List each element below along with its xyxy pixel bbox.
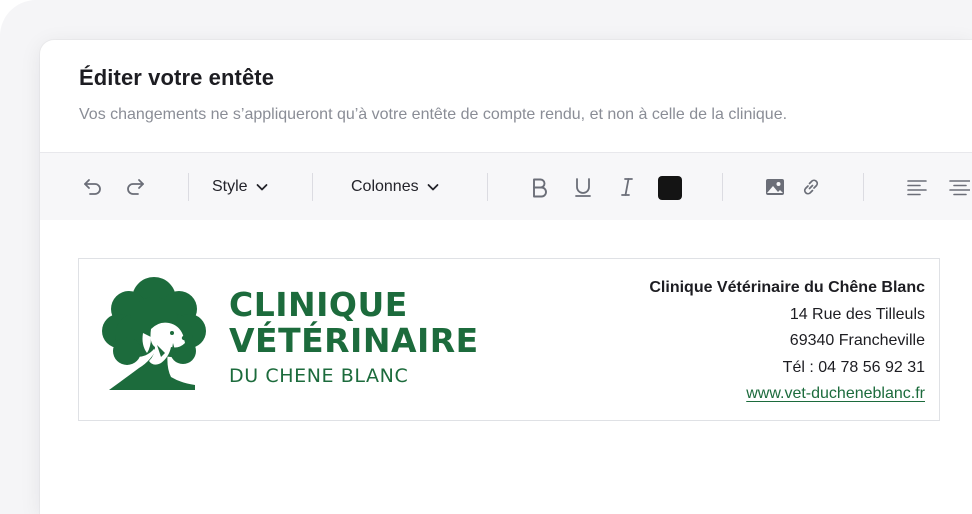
clinic-street: 14 Rue des Tilleuls [789, 305, 925, 323]
style-dropdown[interactable]: Style [212, 175, 270, 199]
dialog-header: Éditer votre entête Vos changements ne s… [40, 40, 972, 152]
insert-image-button[interactable] [764, 175, 786, 199]
undo-button[interactable] [82, 175, 104, 199]
columns-dropdown[interactable]: Colonnes [351, 175, 441, 199]
clinic-website-link[interactable]: www.vet-ducheneblanc.fr [746, 385, 925, 402]
align-center-button[interactable] [948, 175, 970, 199]
logo-line-2: VÉTÉRINAIRE [229, 321, 479, 360]
editor-area[interactable]: CLINIQUE VÉTÉRINAIRE DU CHENE BLANC Clin… [40, 220, 972, 514]
clinic-contact-info: Clinique Vétérinaire du Chêne Blanc 14 R… [649, 275, 925, 408]
chevron-down-icon [256, 184, 267, 191]
dialog-subtitle: Vos changements ne s’appliqueront qu’à v… [79, 106, 788, 123]
chevron-down-icon [427, 184, 439, 191]
clinic-name: Clinique Vétérinaire du Chêne Blanc [649, 279, 925, 296]
columns-dropdown-label: Colonnes [351, 178, 419, 195]
toolbar-separator [188, 173, 189, 201]
redo-button[interactable] [124, 175, 146, 199]
clinic-phone: Tél : 04 78 56 92 31 [782, 358, 925, 376]
insert-link-button[interactable] [800, 175, 822, 199]
editor-toolbar: Style Colonnes [40, 152, 972, 220]
redo-icon [127, 179, 144, 195]
text-color-swatch[interactable] [658, 176, 682, 200]
italic-icon [621, 178, 633, 196]
toolbar-separator [722, 173, 723, 201]
align-center-icon [949, 180, 970, 196]
dialog-title: Éditer votre entête [79, 65, 275, 90]
undo-icon [84, 179, 101, 195]
link-icon [803, 179, 819, 195]
style-dropdown-label: Style [212, 178, 248, 195]
toolbar-separator [863, 173, 864, 201]
toolbar-separator [487, 173, 488, 201]
toolbar-separator [312, 173, 313, 201]
bold-icon [533, 178, 547, 198]
italic-button[interactable] [616, 175, 638, 199]
clinic-logo-wordmark: CLINIQUE VÉTÉRINAIRE DU CHENE BLANC [229, 287, 479, 389]
image-icon [766, 179, 784, 195]
bold-button[interactable] [528, 175, 550, 199]
underline-icon [575, 178, 591, 197]
letterhead-block[interactable]: CLINIQUE VÉTÉRINAIRE DU CHENE BLANC Clin… [78, 258, 940, 421]
align-left-button[interactable] [906, 175, 928, 199]
clinic-logo-icon [102, 277, 206, 390]
align-left-icon [907, 180, 927, 196]
edit-header-dialog: Éditer votre entête Vos changements ne s… [40, 40, 972, 514]
logo-line-3: DU CHENE BLANC [229, 365, 409, 387]
clinic-city: 69340 Francheville [789, 332, 925, 349]
logo-line-1: CLINIQUE [229, 285, 408, 324]
underline-button[interactable] [572, 175, 594, 199]
